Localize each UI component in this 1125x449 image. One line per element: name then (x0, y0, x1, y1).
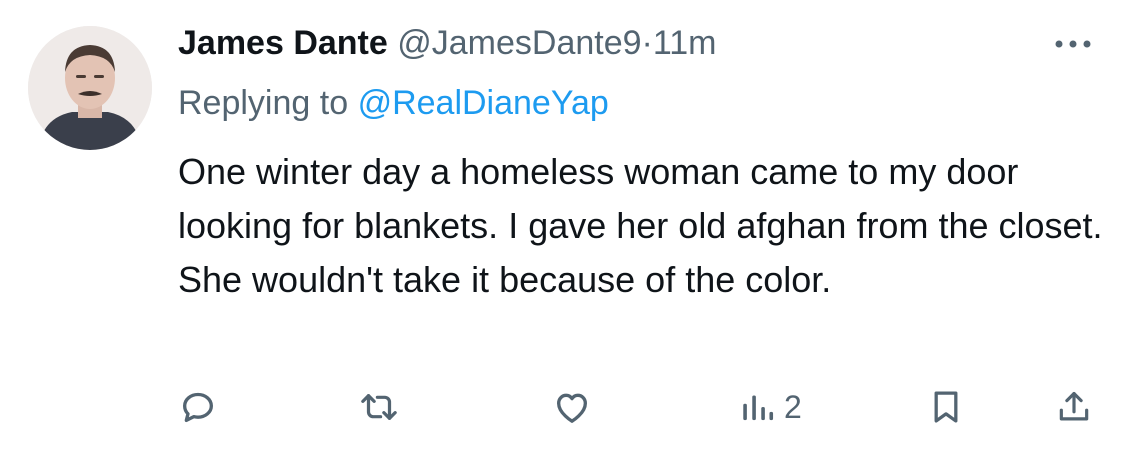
more-horizontal-icon (1055, 40, 1091, 48)
heart-icon (557, 393, 587, 423)
reply-button[interactable] (178, 380, 218, 434)
views-button[interactable]: 2 (740, 380, 802, 434)
replying-to-handle[interactable]: @RealDianeYap (358, 84, 609, 122)
author-name[interactable]: James Dante (178, 24, 388, 62)
author-handle[interactable]: @JamesDante9 (397, 24, 641, 62)
avatar-image (28, 26, 152, 150)
separator-dot: · (641, 24, 653, 62)
share-icon (1059, 391, 1089, 421)
replying-to: Replying to @RealDianeYap (178, 80, 609, 126)
views-count: 2 (784, 388, 802, 425)
bookmark-icon (934, 391, 958, 423)
bookmark-button[interactable] (928, 380, 964, 434)
more-button[interactable] (1050, 26, 1096, 62)
share-button[interactable] (1055, 380, 1093, 434)
tweet-text: One winter day a homeless woman came to … (178, 151, 1103, 300)
timestamp[interactable]: 11m (653, 24, 717, 62)
reply-icon (183, 392, 213, 422)
tweet[interactable]: James Dante @JamesDante9·11m Replying to… (0, 0, 1125, 449)
avatar[interactable] (28, 26, 152, 150)
like-button[interactable] (552, 380, 592, 434)
retweet-icon (361, 394, 397, 420)
action-bar: 2 (0, 380, 1125, 434)
tweet-header: James Dante @JamesDante9·11m (178, 20, 716, 66)
views-icon (743, 395, 774, 421)
retweet-button[interactable] (358, 380, 400, 434)
replying-to-prefix: Replying to (178, 84, 349, 122)
